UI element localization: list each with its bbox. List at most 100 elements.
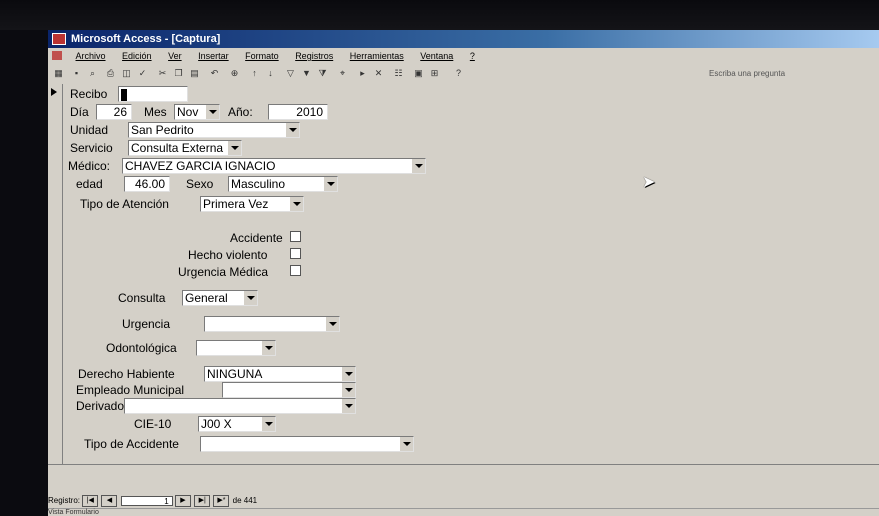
cie10-label: CIE-10 [134, 417, 172, 431]
anio-label: Año: [228, 105, 253, 119]
current-record-arrow-icon [51, 88, 57, 96]
help-icon[interactable]: ? [452, 67, 465, 80]
menu-herramientas[interactable]: Herramientas [350, 48, 404, 64]
menu-ver[interactable]: Ver [168, 48, 182, 64]
menu-registros[interactable]: Registros [295, 48, 333, 64]
next-record-icon[interactable]: ▶ [174, 494, 191, 507]
sort-ascending-icon[interactable]: ↑ [248, 67, 261, 80]
title-bar: Microsoft Access - [Captura] [48, 30, 879, 48]
tipo-atencion-combo[interactable]: Primera Vez [200, 196, 304, 212]
edad-label: edad [76, 177, 103, 191]
previous-record-icon[interactable]: ◀ [101, 494, 118, 507]
derecho-habiente-combo[interactable]: NINGUNA [204, 366, 356, 382]
recibo-label: Recibo [70, 87, 108, 101]
servicio-label: Servicio [70, 141, 113, 155]
access-app-icon [52, 33, 66, 45]
sexo-combo[interactable]: Masculino [228, 176, 338, 192]
find-icon[interactable]: ⌖ [336, 67, 349, 80]
hyperlink-icon[interactable]: ⊕ [228, 67, 241, 80]
servicio-combo[interactable]: Consulta Externa [128, 140, 242, 156]
current-record-field[interactable]: 1 [120, 495, 173, 506]
search-icon[interactable]: ⌕ [86, 67, 99, 80]
unidad-combo[interactable]: San Pedrito [128, 122, 300, 138]
new-object-icon[interactable]: ⊞ [428, 67, 441, 80]
hecho-violento-checkbox[interactable] [290, 248, 301, 259]
tipo-atencion-label: Tipo de Atención [80, 197, 169, 211]
odontologica-combo[interactable] [196, 340, 276, 356]
new-record-icon[interactable]: ▸ [356, 67, 369, 80]
consulta-label: Consulta [118, 291, 166, 305]
urgencia-dropdown-icon[interactable] [325, 317, 339, 331]
database-window-icon[interactable]: ▣ [412, 67, 425, 80]
spelling-icon[interactable]: ✓ [136, 67, 149, 80]
consulta-combo[interactable]: General [182, 290, 258, 306]
apply-filter-icon[interactable]: ⧩ [316, 67, 329, 80]
dia-label: Día [70, 105, 89, 119]
mes-combo[interactable]: Nov [174, 104, 220, 120]
tipo-accidente-combo[interactable] [200, 436, 414, 452]
form-body: Recibo Día 26 Mes Nov Año: 2010 Unidad S… [48, 84, 879, 464]
mes-dropdown-icon[interactable] [205, 105, 219, 119]
medico-label: Médico: [68, 159, 111, 173]
cie10-combo[interactable]: J00 X [198, 416, 276, 432]
urgencia-medica-checkbox[interactable] [290, 265, 301, 276]
empleado-municipal-label: Empleado Municipal [76, 383, 185, 397]
menu-edicion[interactable]: Edición [122, 48, 152, 64]
monitor-bezel [0, 0, 879, 30]
unidad-dropdown-icon[interactable] [285, 123, 299, 137]
empleado-municipal-dropdown-icon[interactable] [341, 383, 355, 397]
edad-field[interactable]: 46.00 [124, 176, 170, 192]
menu-insertar[interactable]: Insertar [198, 48, 229, 64]
dia-field[interactable]: 26 [96, 104, 132, 120]
new-record-nav-icon[interactable]: ▶* [213, 494, 230, 507]
derivado-label: Derivado [76, 399, 125, 413]
medico-combo[interactable]: CHAVEZ GARCIA IGNACIO [122, 158, 426, 174]
medico-dropdown-icon[interactable] [411, 159, 425, 173]
unidad-label: Unidad [70, 123, 109, 137]
filter-selection-icon[interactable]: ▽ [284, 67, 297, 80]
sexo-dropdown-icon[interactable] [323, 177, 337, 191]
ask-question-box[interactable]: Escriba una pregunta [709, 67, 879, 81]
properties-icon[interactable]: ☷ [392, 67, 405, 80]
derecho-habiente-dropdown-icon[interactable] [341, 367, 355, 381]
urgencia-combo[interactable] [204, 316, 340, 332]
status-text: Vista Formulario [48, 509, 99, 516]
delete-record-icon[interactable]: ✕ [372, 67, 385, 80]
copy-icon[interactable]: ❐ [172, 67, 185, 80]
menu-formato[interactable]: Formato [245, 48, 279, 64]
sort-descending-icon[interactable]: ↓ [264, 67, 277, 80]
view-icon[interactable]: ▦ [52, 67, 65, 80]
access-window: Microsoft Access - [Captura] Archivo Edi… [48, 30, 879, 516]
tipo-accidente-dropdown-icon[interactable] [399, 437, 413, 451]
menu-ventana[interactable]: Ventana [420, 48, 453, 64]
menu-help[interactable]: ? [470, 48, 475, 64]
last-record-icon[interactable]: ▶| [194, 494, 211, 507]
consulta-dropdown-icon[interactable] [243, 291, 257, 305]
form-document-icon[interactable] [52, 51, 62, 60]
record-total: de 441 [232, 496, 258, 505]
cut-icon[interactable]: ✂ [156, 67, 169, 80]
paste-icon[interactable]: ▤ [188, 67, 201, 80]
menu-archivo[interactable]: Archivo [76, 48, 106, 64]
first-record-icon[interactable]: |◀ [82, 494, 99, 507]
odontologica-dropdown-icon[interactable] [261, 341, 275, 355]
derivado-dropdown-icon[interactable] [341, 399, 355, 413]
preview-icon[interactable]: ◫ [120, 67, 133, 80]
empleado-municipal-combo[interactable] [222, 382, 356, 398]
cie10-dropdown-icon[interactable] [261, 417, 275, 431]
filter-form-icon[interactable]: ▼ [300, 67, 313, 80]
accidente-checkbox[interactable] [290, 231, 301, 242]
mouse-pointer-icon: ➤ [642, 174, 656, 191]
tipo-atencion-dropdown-icon[interactable] [289, 197, 303, 211]
form-footer-divider [48, 464, 879, 465]
window-title: Microsoft Access - [Captura] [71, 33, 221, 45]
servicio-dropdown-icon[interactable] [227, 141, 241, 155]
save-icon[interactable]: ▪ [70, 67, 83, 80]
anio-field[interactable]: 2010 [268, 104, 328, 120]
undo-icon[interactable]: ↶ [208, 67, 221, 80]
print-icon[interactable]: ⎙ [104, 67, 117, 80]
accidente-label: Accidente [230, 231, 283, 245]
derivado-combo[interactable] [124, 398, 356, 414]
recibo-field[interactable] [118, 86, 188, 102]
record-selector[interactable] [48, 84, 63, 464]
